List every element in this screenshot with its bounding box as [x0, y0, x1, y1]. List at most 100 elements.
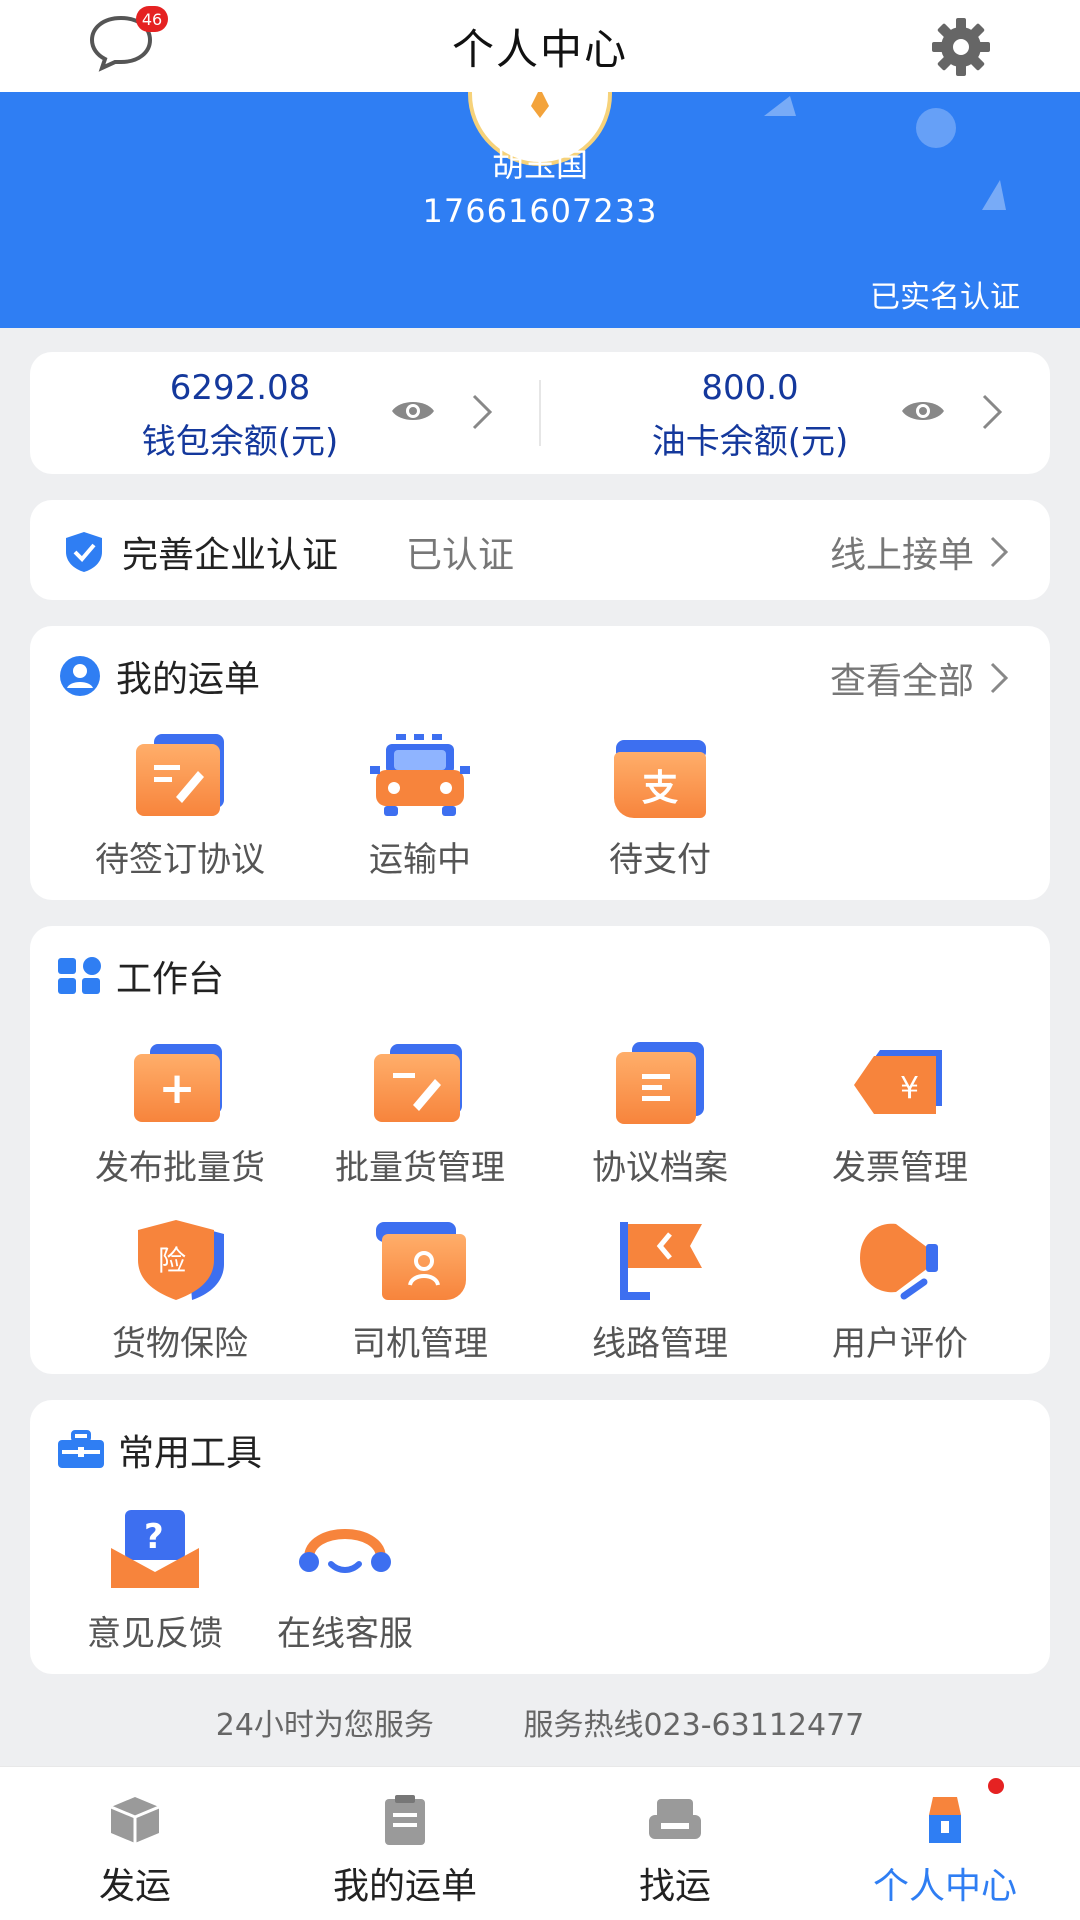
svg-text:¥: ¥	[900, 1071, 919, 1106]
insurance-shield-icon: 险	[130, 1218, 230, 1304]
message-count-badge: 46	[136, 6, 168, 32]
nav-label: 个人中心	[872, 1866, 1017, 1907]
workbench-item-label: 发布批量货	[95, 1148, 265, 1188]
tool-item-label: 在线客服	[277, 1614, 413, 1654]
pen-document-icon	[130, 734, 230, 820]
service-info: 24小时为您服务 服务热线023-63112477	[0, 1700, 1080, 1744]
eye-icon[interactable]	[900, 396, 946, 426]
truck-icon	[370, 734, 470, 820]
workbench-header: 工作台	[58, 950, 224, 1002]
clipboard-icon	[385, 1795, 425, 1845]
workbench-item-label: 用户评价	[832, 1324, 968, 1364]
balance-card: 6292.08 钱包余额(元) 800.0 油卡余额(元)	[30, 352, 1050, 474]
user-name: 胡玉国	[491, 146, 588, 184]
batch-cargo-management[interactable]: 批量货管理	[300, 1042, 540, 1189]
route-flag-icon	[610, 1218, 710, 1304]
eye-icon[interactable]	[390, 396, 436, 426]
user-circle-icon	[60, 656, 100, 696]
grid-apps-icon	[58, 957, 101, 994]
publish-plus-icon: +	[130, 1042, 230, 1128]
nav-label: 发运	[98, 1866, 171, 1907]
pen-document-icon	[370, 1042, 470, 1128]
package-icon	[110, 1797, 160, 1843]
real-name-verified-label[interactable]: 已实名认证	[870, 272, 1020, 316]
order-in-transit[interactable]: 运输中	[300, 734, 540, 881]
chevron-right-icon	[990, 662, 1009, 694]
service-hotline[interactable]: 服务热线023-63112477	[523, 1708, 864, 1743]
invoice-tag-icon: ¥	[850, 1042, 950, 1128]
feedback-tool[interactable]: ? 意见反馈	[60, 1508, 250, 1655]
driver-folder-icon	[370, 1218, 470, 1304]
messages-button[interactable]: 46	[88, 6, 168, 74]
nav-ship[interactable]: 发运	[0, 1767, 270, 1920]
sail-decoration-icon	[764, 96, 796, 116]
orders-title: 我的运单	[116, 659, 261, 700]
gear-icon	[932, 18, 990, 76]
fuel-label: 油卡余额(元)	[651, 422, 849, 462]
online-order-link[interactable]: 线上接单	[830, 526, 1010, 578]
orders-header: 我的运单	[58, 650, 260, 702]
my-orders-card: 我的运单 查看全部 待签订协议 运输中 支 待支付	[30, 626, 1050, 900]
person-icon	[929, 1797, 961, 1843]
headset-icon	[295, 1508, 395, 1594]
nav-my-orders[interactable]: 我的运单	[270, 1767, 540, 1920]
page-title: 个人中心	[451, 24, 628, 74]
workbench-item-label: 协议档案	[592, 1148, 728, 1188]
service-hours: 24小时为您服务	[215, 1708, 434, 1743]
tools-title: 常用工具	[118, 1433, 263, 1474]
tool-item-label: 意见反馈	[87, 1614, 223, 1654]
publish-batch-cargo[interactable]: + 发布批量货	[60, 1042, 300, 1189]
workbench-card: 工作台 + 发布批量货 批量货管理 协议档案 ¥ 发票管理 险 货物保险 司机管…	[30, 926, 1050, 1374]
wallet-label: 钱包余额(元)	[141, 422, 339, 462]
nav-label: 找运	[638, 1866, 711, 1907]
workbench-item-label: 发票管理	[832, 1148, 968, 1188]
user-reviews[interactable]: 用户评价	[780, 1218, 1020, 1365]
invoice-management[interactable]: ¥ 发票管理	[780, 1042, 1020, 1189]
online-support-tool[interactable]: 在线客服	[250, 1508, 440, 1655]
driver-management[interactable]: 司机管理	[300, 1218, 540, 1365]
fuel-amount: 800.0	[701, 368, 799, 408]
order-pending-agreement[interactable]: 待签订协议	[60, 734, 300, 881]
workbench-item-label: 批量货管理	[335, 1148, 505, 1188]
document-list-icon	[610, 1042, 710, 1128]
top-bar: 46 个人中心	[0, 0, 1080, 92]
order-item-label: 待支付	[609, 840, 711, 880]
nav-personal-center[interactable]: 个人中心	[810, 1767, 1080, 1920]
notification-dot	[988, 1778, 1004, 1794]
megaphone-icon	[850, 1218, 950, 1304]
wallet-balance[interactable]: 6292.08 钱包余额(元)	[30, 352, 540, 474]
view-all-orders-link[interactable]: 查看全部	[830, 652, 1010, 704]
workbench-item-label: 司机管理	[352, 1324, 488, 1364]
agreement-archive[interactable]: 协议档案	[540, 1042, 780, 1189]
payment-icon: 支	[610, 734, 710, 820]
workbench-item-label: 线路管理	[592, 1324, 728, 1364]
toolbox-icon	[58, 1430, 104, 1468]
profile-banner: 胡玉国 17661607233 已实名认证	[0, 92, 1080, 328]
view-all-label: 查看全部	[829, 661, 974, 702]
nav-find-shipment[interactable]: 找运	[540, 1767, 810, 1920]
certification-title: 完善企业认证	[122, 535, 339, 576]
chevron-right-icon	[990, 536, 1009, 568]
workbench-item-label: 货物保险	[112, 1324, 248, 1364]
user-phone: 17661607233	[422, 192, 658, 230]
cargo-insurance[interactable]: 险 货物保险	[60, 1218, 300, 1365]
order-item-label: 待签订协议	[95, 840, 265, 880]
fuel-card-balance[interactable]: 800.0 油卡余额(元)	[540, 352, 1050, 474]
workbench-title: 工作台	[116, 959, 225, 1000]
chevron-right-icon	[472, 394, 493, 430]
route-management[interactable]: 线路管理	[540, 1218, 780, 1365]
nav-label: 我的运单	[332, 1866, 477, 1907]
chevron-right-icon	[982, 394, 1003, 430]
common-tools-card: 常用工具 ? 意见反馈 在线客服	[30, 1400, 1050, 1674]
wallet-amount: 6292.08	[169, 368, 311, 408]
shield-check-icon	[66, 532, 102, 572]
enterprise-certification-row[interactable]: 完善企业认证 已认证 线上接单	[30, 500, 1050, 600]
online-order-label: 线上接单	[829, 535, 974, 576]
svg-text:险: 险	[158, 1244, 186, 1277]
settings-button[interactable]	[930, 16, 992, 78]
order-item-label: 运输中	[369, 840, 471, 880]
order-pending-payment[interactable]: 支 待支付	[540, 734, 780, 881]
svg-text:?: ?	[144, 1517, 164, 1557]
bottom-nav: 发运 我的运单 找运 个人中心	[0, 1766, 1080, 1920]
tools-header: 常用工具	[58, 1424, 262, 1476]
